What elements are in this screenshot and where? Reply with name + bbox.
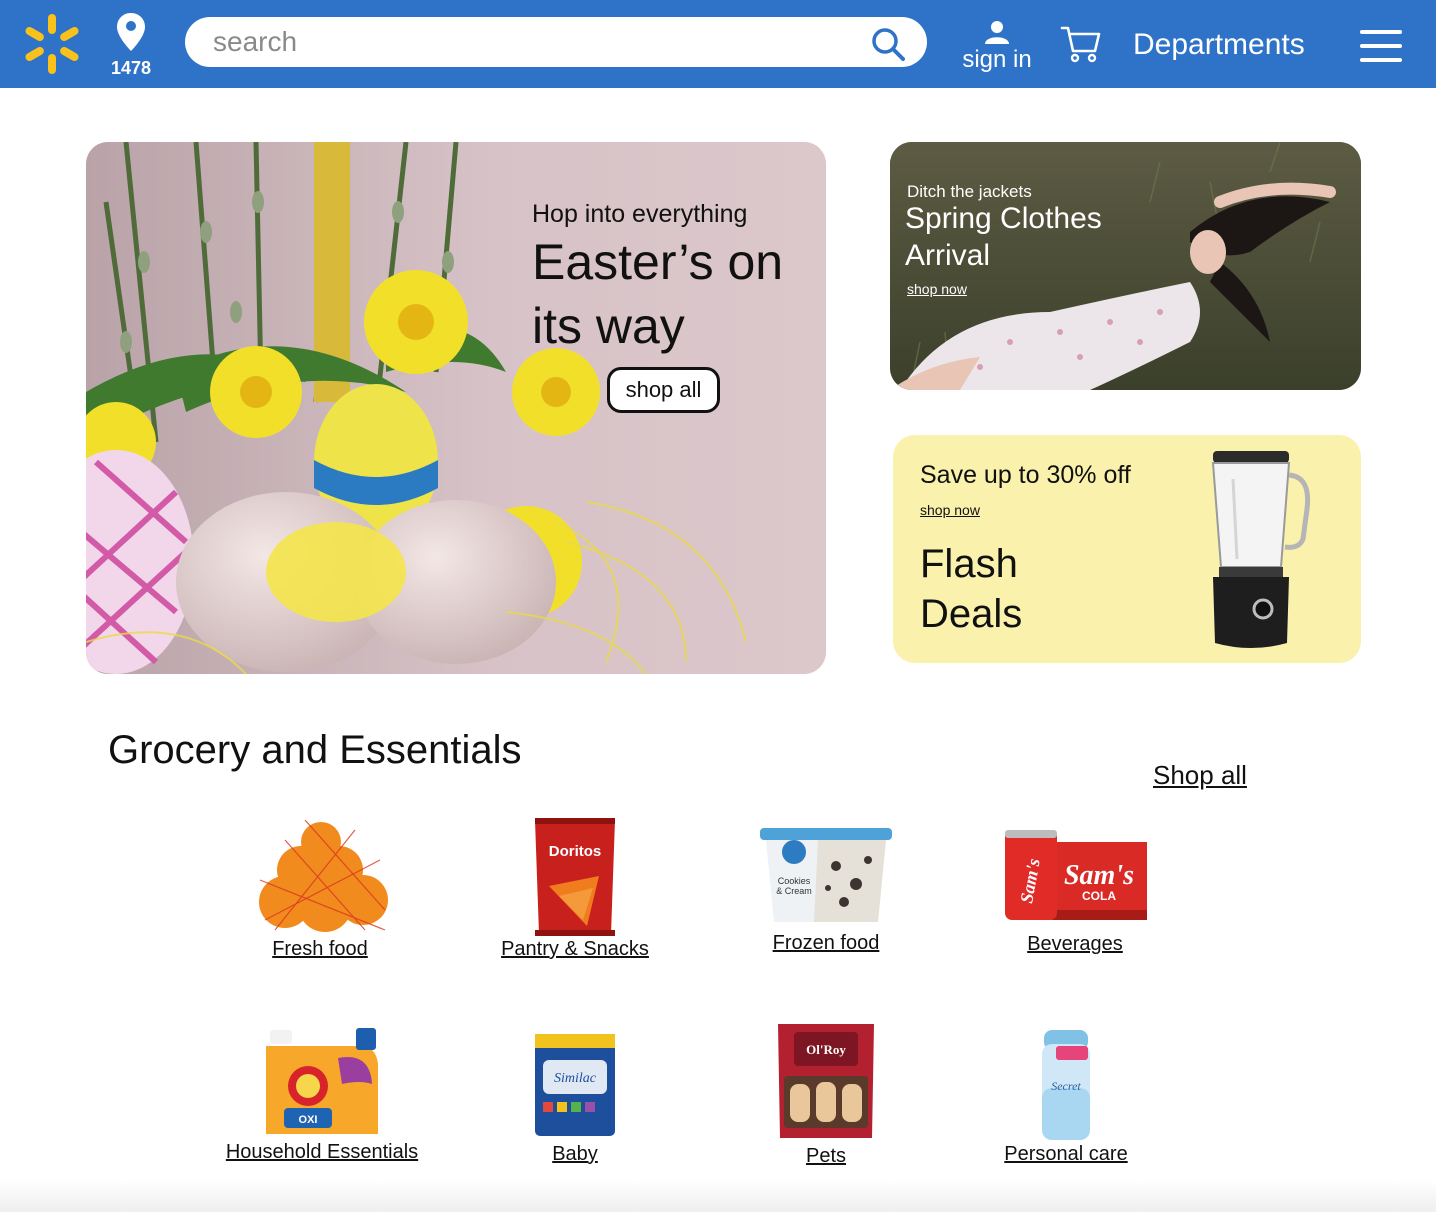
category-label: Pantry & Snacks: [501, 938, 649, 960]
grocery-section-title: Grocery and Essentials: [108, 728, 522, 772]
sign-in-button[interactable]: sign in: [954, 20, 1040, 82]
svg-text:Doritos: Doritos: [549, 843, 602, 860]
flash-shop-now-link[interactable]: shop now: [920, 502, 980, 518]
svg-text:Sam's: Sam's: [1064, 860, 1134, 891]
detergent-jug-image: OXI: [266, 1028, 378, 1134]
category-tile-pantry-snacks[interactable]: Doritos Pantry & Snacks: [495, 816, 655, 966]
flash-title: Flash Deals: [920, 542, 1023, 636]
category-label: Household Essentials: [225, 1141, 419, 1163]
svg-text:& Cream: & Cream: [776, 886, 812, 896]
flash-kicker: Save up to 30% off: [920, 461, 1131, 489]
category-label: Frozen food: [772, 932, 880, 954]
category-label: Fresh food: [272, 938, 368, 960]
category-label: Beverages: [1027, 933, 1123, 955]
page-bottom-fade: [0, 1180, 1436, 1212]
spring-clothes-promo-card[interactable]: Ditch the jackets Spring Clothes Arrival…: [890, 142, 1361, 390]
ice-cream-tub-image: Cookies & Cream: [760, 828, 892, 922]
svg-text:OXI: OXI: [299, 1114, 318, 1126]
spring-kicker: Ditch the jackets: [907, 182, 1032, 201]
category-tile-pets[interactable]: Ol'Roy Pets: [772, 1022, 880, 1170]
svg-text:Secret: Secret: [1051, 1079, 1081, 1093]
hero-title: Easter’s on its way: [532, 234, 784, 354]
category-label: Pets: [805, 1145, 847, 1167]
store-number: 1478: [110, 58, 152, 78]
category-tile-fresh-food[interactable]: Fresh food: [250, 820, 390, 965]
cart-icon[interactable]: [1060, 24, 1102, 64]
category-tile-baby[interactable]: Similac Baby: [520, 1030, 630, 1170]
sign-in-label: sign in: [962, 46, 1032, 73]
svg-text:Ol'Roy: Ol'Roy: [806, 1042, 846, 1057]
dog-treats-bag-image: Ol'Roy: [778, 1024, 874, 1138]
search-bar: [185, 17, 927, 67]
spring-shop-now-link[interactable]: shop now: [907, 281, 967, 297]
top-navigation-bar: 1478 sign in Departments: [0, 0, 1436, 88]
walmart-spark-logo[interactable]: [22, 12, 82, 76]
category-label: Baby: [552, 1143, 598, 1165]
category-tile-beverages[interactable]: Sam's COLA Sam's Beverages: [1000, 826, 1150, 962]
spring-title: Spring Clothes Arrival: [905, 202, 1102, 272]
svg-text:Similac: Similac: [554, 1071, 597, 1086]
grocery-shop-all-link[interactable]: Shop all: [1153, 760, 1247, 791]
departments-menu-button[interactable]: Departments: [1133, 28, 1305, 62]
category-tile-household-essentials[interactable]: OXI Household Essentials: [222, 1024, 422, 1169]
svg-text:COLA: COLA: [1082, 889, 1116, 903]
category-tile-frozen-food[interactable]: Cookies & Cream Frozen food: [756, 826, 896, 961]
oranges-image: [259, 820, 388, 932]
formula-can-image: Similac: [535, 1034, 615, 1136]
deodorant-image: Secret: [1042, 1030, 1090, 1140]
hero-shop-all-button[interactable]: shop all: [607, 367, 720, 413]
hero-kicker: Hop into everything: [532, 200, 748, 228]
blender-image: [1211, 451, 1311, 648]
chips-bag-image: Doritos: [535, 818, 615, 936]
user-icon: [985, 21, 1009, 44]
cola-pack-image: Sam's COLA Sam's: [1005, 830, 1147, 920]
easter-hero-banner[interactable]: Hop into everything Easter’s on its way …: [86, 142, 826, 674]
store-location[interactable]: 1478: [108, 12, 154, 82]
category-label: Personal care: [1004, 1143, 1128, 1165]
category-tile-personal-care[interactable]: Secret Personal care: [996, 1028, 1136, 1170]
flash-deals-promo-card[interactable]: Save up to 30% off shop now Flash Deals: [893, 435, 1361, 663]
search-icon[interactable]: [871, 27, 905, 61]
search-input[interactable]: [213, 25, 853, 59]
location-pin-icon: [117, 13, 145, 51]
hamburger-menu-icon[interactable]: [1360, 30, 1402, 64]
svg-text:Cookies: Cookies: [778, 876, 811, 886]
